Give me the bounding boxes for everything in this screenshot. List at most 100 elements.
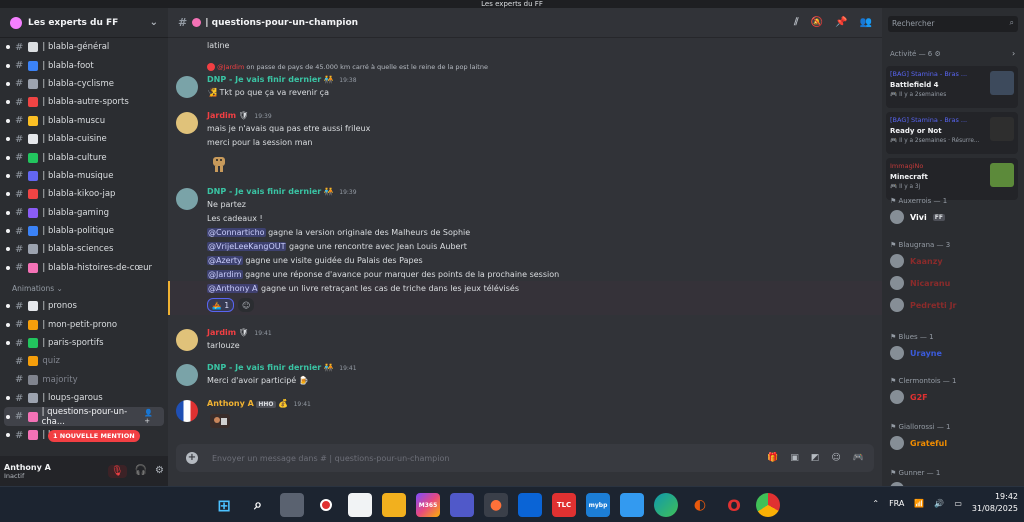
chevron-right-icon[interactable]: › [1012, 49, 1015, 58]
new-mention-badge[interactable]: 1 NOUVELLE MENTION [48, 430, 140, 442]
member-item[interactable]: Grateful [890, 436, 947, 450]
channel-item[interactable]: # | loups-garous [0, 389, 168, 407]
reply-preview[interactable]: @Jardim on passe de pays de 45.000 km ca… [207, 63, 488, 71]
language-indicator[interactable]: FRA [889, 499, 904, 508]
chrome-icon[interactable] [756, 493, 780, 517]
channel-item[interactable]: # | blabla-kikoo-jap [0, 185, 168, 203]
search-icon[interactable]: ⌕ [246, 493, 270, 517]
gear-icon[interactable]: ⚙ [155, 465, 164, 478]
user-mention[interactable]: @Anthony A [207, 284, 259, 293]
avatar[interactable] [176, 188, 198, 210]
channel-item[interactable]: # | mon-petit-prono [0, 315, 168, 333]
avatar[interactable] [176, 364, 198, 386]
pin-icon[interactable]: 📌 [835, 17, 847, 28]
battery-icon[interactable]: ▭ [954, 499, 962, 508]
channel-item[interactable]: # | paris-sportifs [0, 334, 168, 352]
chevron-down-icon[interactable]: ⌄ [150, 17, 158, 28]
unread-dot-icon [6, 118, 10, 123]
author-name[interactable]: Jardim [207, 328, 236, 337]
avatar [890, 436, 904, 450]
microphone-muted-icon[interactable]: 🎙 [107, 464, 127, 478]
search-input[interactable]: Rechercher ⌕ [888, 16, 1018, 32]
activity-card[interactable]: [BAG] Stamina - Bras ... Ready or Not 🎮 Il… [886, 112, 1018, 154]
plus-icon[interactable]: + [186, 452, 198, 464]
user-mention[interactable]: @Connarticho [207, 228, 266, 237]
user-mention[interactable]: @VrijeLeeKangOUT [207, 242, 287, 251]
author-name[interactable]: DNP - Je vais finir dernier [207, 75, 321, 84]
channel-item[interactable]: # | pronos [0, 297, 168, 315]
channel-item[interactable]: # majority [0, 371, 168, 389]
avatar[interactable] [176, 400, 198, 422]
invite-icon[interactable]: 👤+ [144, 409, 158, 425]
avatar[interactable] [176, 76, 198, 98]
reaction-button[interactable]: 🚣 1 [207, 298, 235, 312]
app-icon[interactable]: ◐ [688, 493, 712, 517]
message-input[interactable]: + Envoyer un message dans # | questions-… [176, 444, 874, 472]
message-input-placeholder: Envoyer un message dans # | questions-po… [212, 453, 450, 463]
channel-item[interactable]: # | blabla-gaming [0, 204, 168, 222]
gear-icon[interactable]: ⚙ [934, 50, 940, 58]
user-mention[interactable]: @Jardim [207, 270, 243, 279]
store-icon[interactable] [620, 493, 644, 517]
channel-item[interactable]: # | blabla-politique [0, 222, 168, 240]
opera-icon[interactable]: O [722, 493, 746, 517]
unread-dot-icon [6, 341, 10, 346]
channel-item[interactable]: # | blabla-foot [0, 56, 168, 74]
server-header[interactable]: Les experts du FF ⌄ [0, 8, 168, 38]
channel-item[interactable]: # | blabla-musique [0, 167, 168, 185]
task-view-icon[interactable] [280, 493, 304, 517]
member-item[interactable]: Urayne [890, 346, 942, 360]
channel-item[interactable]: # | blabla-sciences [0, 240, 168, 258]
author-name[interactable]: DNP - Je vais finir dernier [207, 187, 321, 196]
record-icon[interactable] [314, 493, 338, 517]
member-item[interactable]: Pedretti Jr [890, 298, 956, 312]
user-info[interactable]: Anthony A Inactif [4, 463, 51, 480]
tlc-icon[interactable]: TLC [552, 493, 576, 517]
chevron-up-icon[interactable]: ⌃ [872, 499, 879, 508]
avatar[interactable] [176, 112, 198, 134]
clock[interactable]: 19:42 31/08/2025 [972, 491, 1018, 515]
windows-start-icon[interactable]: ⊞ [212, 493, 236, 517]
channel-item[interactable]: # | blabla-histoires-de-cœur [0, 259, 168, 277]
avatar[interactable] [176, 329, 198, 351]
member-item[interactable]: G2F [890, 390, 928, 404]
wifi-icon[interactable]: 📶 [914, 499, 924, 508]
gif-icon[interactable]: ▣ [790, 453, 799, 463]
file-explorer-icon[interactable] [382, 493, 406, 517]
member-item[interactable]: Vivi FF [890, 210, 945, 224]
channel-item[interactable]: # | blabla-cyclisme [0, 75, 168, 93]
channel-item[interactable]: # | blabla-général [0, 38, 168, 56]
firefox-icon[interactable]: ● [484, 493, 508, 517]
channel-item[interactable]: # | blabla-autre-sports [0, 93, 168, 111]
author-name[interactable]: Anthony A [207, 399, 254, 408]
channel-item[interactable]: # quiz [0, 352, 168, 370]
edge-icon[interactable] [654, 493, 678, 517]
m365-icon[interactable]: M365 [416, 493, 440, 517]
channel-item[interactable]: # | blabla-muscu [0, 112, 168, 130]
sticker-icon[interactable]: ◩ [811, 453, 820, 463]
member-item[interactable]: Nicaranu [890, 276, 950, 290]
speaker-icon[interactable]: 🔊 [934, 499, 944, 508]
headphones-icon[interactable]: 🎧 [135, 465, 147, 478]
teams-icon[interactable] [450, 493, 474, 517]
outlook-icon[interactable] [518, 493, 542, 517]
channel-item[interactable]: # | blabla-cuisine [0, 130, 168, 148]
member-item[interactable]: Kaanzy [890, 254, 943, 268]
members-icon[interactable]: 👥 [860, 17, 872, 28]
activity-card[interactable]: ImmagiNo Minecraft 🎮 Il y a 3j [886, 158, 1018, 200]
gift-icon[interactable]: 🎁 [767, 453, 778, 463]
category-animations[interactable]: Animations ⌄ [0, 277, 168, 297]
bell-muted-icon[interactable]: 🔕 [811, 17, 823, 28]
author-name[interactable]: Jardim [207, 111, 236, 120]
activity-card[interactable]: [BAG] Stamina - Bras ... Battlefield 4 🎮 I… [886, 66, 1018, 108]
mybp-icon[interactable]: mybp [586, 493, 610, 517]
add-reaction-icon[interactable]: ☺ [238, 298, 255, 312]
channel-item[interactable]: # | questions-pour-un-cha... 👤+ [4, 407, 164, 427]
channel-item[interactable]: # | blabla-culture [0, 148, 168, 166]
threads-icon[interactable]: ⫽ [794, 17, 798, 28]
author-name[interactable]: DNP - Je vais finir dernier [207, 363, 321, 372]
gamepad-icon[interactable]: 🎮 [853, 453, 864, 463]
file-icon[interactable] [348, 493, 372, 517]
user-mention[interactable]: @Azerty [207, 256, 243, 265]
emoji-icon[interactable]: ☺ [831, 453, 840, 463]
